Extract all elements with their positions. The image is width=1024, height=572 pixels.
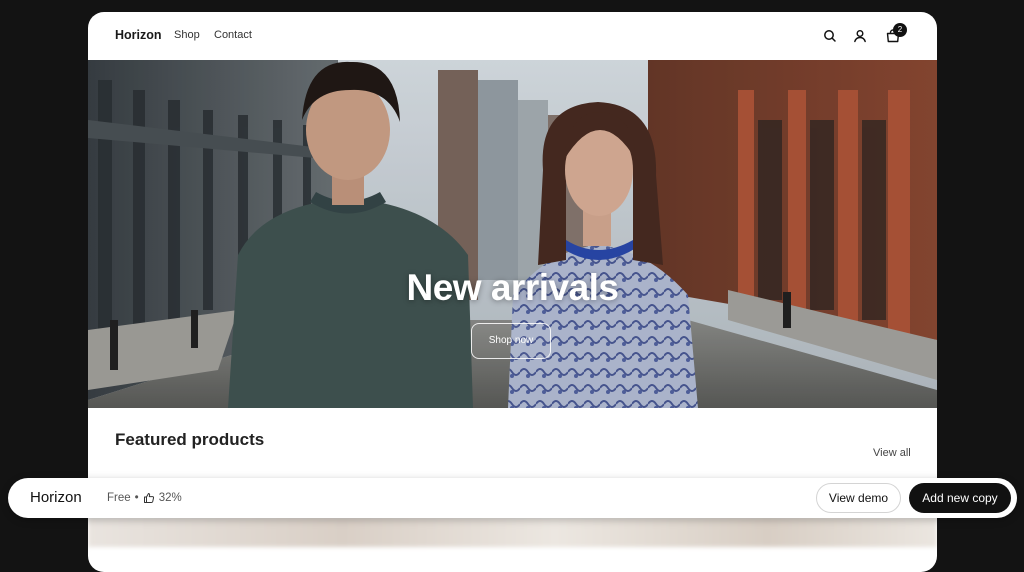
- theme-name: Horizon: [30, 489, 82, 506]
- view-demo-button[interactable]: View demo: [816, 483, 901, 513]
- nav-link-contact[interactable]: Contact: [214, 29, 252, 41]
- hero-title: New arrivals: [406, 267, 619, 308]
- thumbs-up-icon: [143, 492, 155, 504]
- theme-meta: Free • 32%: [107, 492, 182, 504]
- theme-info-bar: Horizon Free • 32% View demo Add new cop…: [8, 478, 1017, 518]
- cart-count-badge: 2: [893, 23, 907, 37]
- shop-now-button[interactable]: Shop now: [471, 323, 551, 359]
- hero-banner: New arrivals Shop now: [88, 60, 937, 408]
- account-icon[interactable]: [851, 27, 869, 45]
- view-all-link[interactable]: View all: [873, 447, 911, 459]
- theme-rating: 32%: [158, 492, 182, 504]
- meta-separator: •: [134, 492, 139, 504]
- store-header: Horizon Shop Contact 2: [88, 12, 937, 60]
- search-icon[interactable]: [821, 27, 839, 45]
- nav-link-shop[interactable]: Shop: [174, 29, 200, 41]
- featured-products-heading: Featured products: [115, 430, 265, 449]
- add-new-copy-button[interactable]: Add new copy: [909, 483, 1011, 513]
- theme-price: Free: [107, 492, 131, 504]
- product-grid-preview: [88, 517, 937, 547]
- store-logo[interactable]: Horizon: [115, 28, 162, 42]
